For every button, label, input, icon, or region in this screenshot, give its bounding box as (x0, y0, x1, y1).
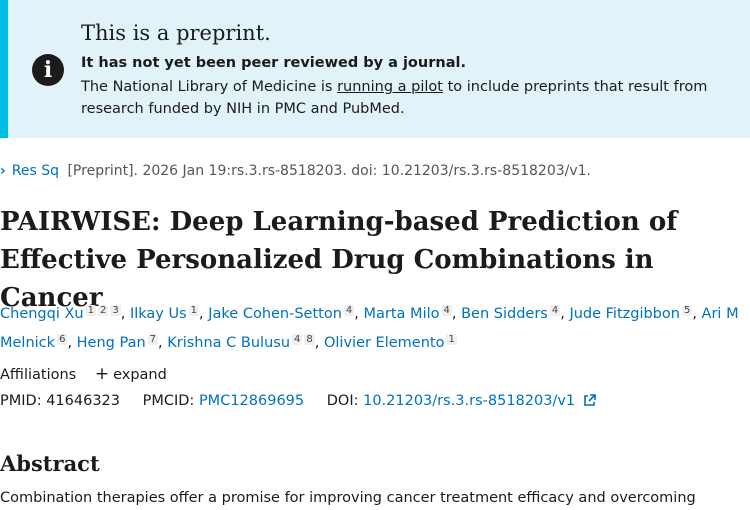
author-link[interactable]: Ben Sidders (461, 306, 548, 322)
expand-button[interactable]: expand (113, 367, 167, 383)
author-list: Chengqi Xu 1 2 3, Ilkay Us 1, Jake Cohen-Set… (0, 305, 739, 351)
author-link[interactable]: Ilkay Us (130, 306, 187, 322)
doi-link[interactable]: 10.21203/rs.3.rs-8518203/v1 (363, 393, 575, 409)
preprint-banner: i This is a preprint. It has not yet bee… (0, 0, 750, 138)
affiliation-number[interactable]: 6 (57, 334, 68, 345)
affiliation-number[interactable]: 8 (304, 334, 315, 345)
author-link[interactable]: Heng Pan (77, 335, 146, 351)
author-link[interactable]: Krishna C Bulusu (167, 335, 290, 351)
affiliation-number[interactable]: 7 (147, 334, 159, 345)
affiliation-number[interactable]: 1 (446, 334, 457, 345)
affiliation-number[interactable]: 4 (441, 305, 452, 316)
affiliation-number[interactable]: 4 (343, 305, 355, 316)
external-link-icon[interactable] (583, 394, 596, 411)
banner-body-text: The National Library of Medicine is (81, 79, 338, 95)
pmid-text: PMID: 41646323 (0, 393, 120, 409)
affiliation-number[interactable]: 4 (292, 334, 303, 345)
pmcid-label: PMCID: (142, 393, 199, 409)
author-link[interactable]: Jake Cohen-Setton (208, 306, 342, 322)
affiliation-number[interactable]: 3 (110, 305, 121, 316)
citation-text: [Preprint]. 2026 Jan 19:rs.3.rs-8518203.… (67, 163, 591, 179)
banner-body: The National Library of Medicine is runn… (81, 76, 731, 120)
abstract-heading: Abstract (0, 451, 100, 476)
banner-subtitle: It has not yet been peer reviewed by a j… (81, 55, 466, 71)
abstract-text: Combination therapies offer a promise fo… (0, 490, 696, 506)
running-pilot-link[interactable]: running a pilot (337, 79, 443, 95)
journal-link[interactable]: Res Sq (12, 163, 59, 179)
plus-icon[interactable]: + (95, 364, 109, 384)
affiliations-label: Affiliations (0, 367, 77, 383)
author-link[interactable]: Chengqi Xu (0, 306, 84, 322)
chevron-right-icon[interactable]: › (0, 163, 6, 179)
author-link[interactable]: Marta Milo (364, 306, 440, 322)
author-link[interactable]: Jude Fitzgibbon (569, 306, 680, 322)
citation-line: › Res Sq [Preprint]. 2026 Jan 19:rs.3.rs-… (0, 163, 591, 179)
pmcid-link[interactable]: PMC12869695 (199, 393, 304, 409)
identifiers-row: PMID: 41646323 PMCID: PMC12869695 DOI: 1… (0, 393, 596, 411)
banner-title: This is a preprint. (81, 21, 271, 45)
info-icon: i (32, 54, 64, 86)
doi-label: DOI: (326, 393, 364, 409)
affiliation-number[interactable]: 1 (85, 305, 96, 316)
affiliation-number[interactable]: 4 (549, 305, 561, 316)
author-link[interactable]: Olivier Elemento (324, 335, 444, 351)
affiliations-row: Affiliations + expand (0, 364, 167, 384)
affiliation-number[interactable]: 5 (681, 305, 693, 316)
affiliation-number[interactable]: 1 (188, 305, 200, 316)
affiliation-number[interactable]: 2 (97, 305, 109, 316)
